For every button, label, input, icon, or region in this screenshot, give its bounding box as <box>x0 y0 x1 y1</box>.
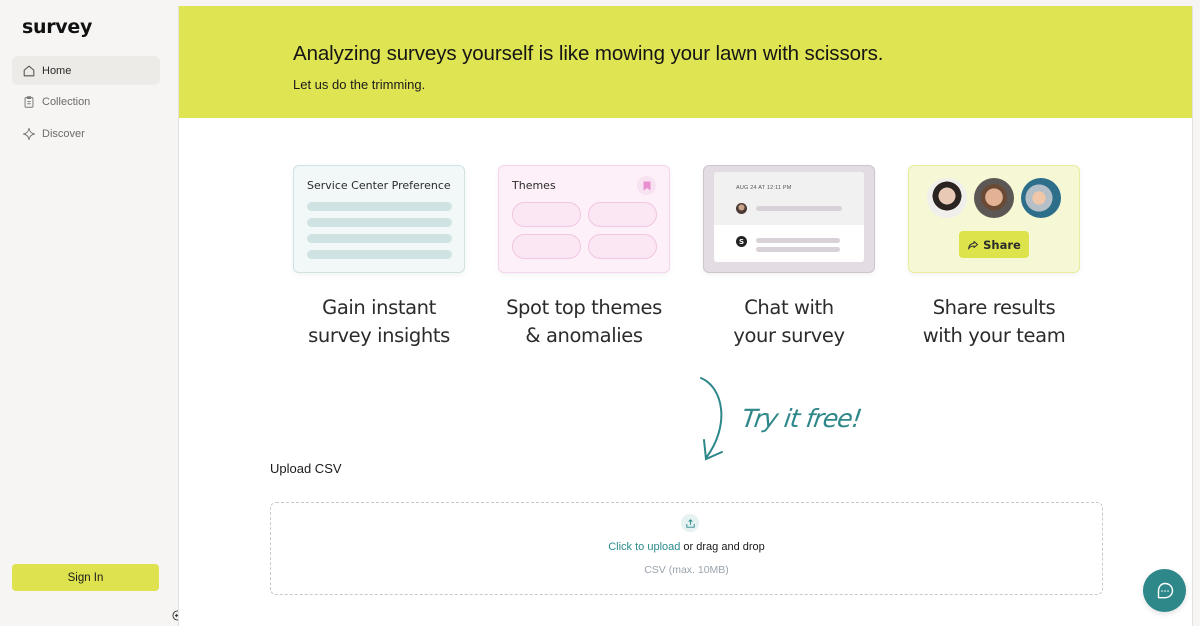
sidebar-item-discover[interactable]: Discover <box>12 119 160 148</box>
placeholder-bar <box>307 202 452 211</box>
placeholder-bar <box>307 234 452 243</box>
feature-insights: Service Center Preference Gain instant s… <box>293 165 465 350</box>
clipboard-icon <box>24 96 34 108</box>
feature-title-line: with your team <box>922 324 1066 347</box>
sidebar: survey Home Collection Discover Sign In <box>0 0 178 626</box>
chat-preview-card: AUG 24 AT 12:11 PM S <box>703 165 875 273</box>
feature-title-line: survey insights <box>308 324 450 347</box>
feature-title-line: Share results <box>932 296 1056 319</box>
sidebar-nav: Home Collection Discover <box>12 56 160 151</box>
try-it-free-text: Try it free! <box>739 404 863 433</box>
bookmark-icon <box>637 176 656 195</box>
sparkle-icon <box>22 127 36 140</box>
upload-hint: CSV (max. 10MB) <box>644 564 729 576</box>
share-button[interactable]: Share <box>959 231 1029 258</box>
team-avatar <box>974 178 1014 218</box>
feature-themes: Themes Spot top themes & anomalies <box>498 165 670 350</box>
share-arrow-icon <box>968 240 979 249</box>
placeholder-bar <box>307 218 452 227</box>
theme-pill <box>512 202 581 227</box>
feature-share: Share Share results with your team <box>908 165 1080 350</box>
placeholder-line <box>756 247 840 252</box>
csv-dropzone[interactable]: Click to upload or drag and drop CSV (ma… <box>270 502 1103 595</box>
share-button-label: Share <box>983 237 1021 252</box>
sidebar-item-label: Discover <box>42 127 85 140</box>
upload-icon <box>681 514 699 532</box>
theme-pill <box>512 234 581 259</box>
drag-drop-text: or drag and drop <box>680 541 765 553</box>
theme-pill <box>588 202 657 227</box>
feature-title: Gain instant survey insights <box>293 294 465 350</box>
theme-pill <box>588 234 657 259</box>
chat-widget-button[interactable] <box>1143 569 1186 612</box>
sidebar-item-collection[interactable]: Collection <box>12 88 160 117</box>
chat-window: AUG 24 AT 12:11 PM S <box>714 172 864 262</box>
survey-avatar: S <box>736 236 747 247</box>
team-avatar <box>927 178 967 218</box>
main-content: Analyzing surveys yourself is like mowin… <box>178 6 1193 626</box>
sidebar-item-label: Collection <box>42 96 91 108</box>
placeholder-bar <box>307 250 452 259</box>
feature-chat: AUG 24 AT 12:11 PM S Chat with your surv… <box>703 165 875 350</box>
upload-csv-label: Upload CSV <box>270 461 342 476</box>
feature-title-line: & anomalies <box>525 324 643 347</box>
sidebar-item-home[interactable]: Home <box>12 56 160 85</box>
app-logo[interactable]: survey <box>22 16 92 38</box>
placeholder-line <box>756 206 842 211</box>
click-to-upload-link[interactable]: Click to upload <box>608 541 680 553</box>
hero-subheadline: Let us do the trimming. <box>293 77 426 92</box>
insights-preview-card: Service Center Preference <box>293 165 465 273</box>
chat-timestamp: AUG 24 AT 12:11 PM <box>736 185 792 191</box>
team-avatar <box>1021 178 1061 218</box>
chat-message-user <box>714 172 864 225</box>
upload-instructions: Click to upload or drag and drop <box>271 541 1102 553</box>
hero-banner: Analyzing surveys yourself is like mowin… <box>179 6 1192 118</box>
card-title: Themes <box>512 179 556 192</box>
feature-title: Spot top themes & anomalies <box>498 294 670 350</box>
placeholder-line <box>756 238 840 243</box>
feature-title: Chat with your survey <box>703 294 875 350</box>
user-avatar <box>736 203 747 214</box>
try-it-free-callout: Try it free! <box>696 376 866 471</box>
feature-title-line: Chat with <box>744 296 834 319</box>
feature-title-line: your survey <box>733 324 845 347</box>
feature-title-line: Gain instant <box>322 296 436 319</box>
sidebar-item-label: Home <box>42 64 72 77</box>
feature-title: Share results with your team <box>908 294 1080 350</box>
hero-headline: Analyzing surveys yourself is like mowin… <box>293 42 884 65</box>
chat-bubble-icon <box>1157 582 1173 598</box>
sign-in-button[interactable]: Sign In <box>12 564 159 591</box>
share-preview-card: Share <box>908 165 1080 273</box>
themes-preview-card: Themes <box>498 165 670 273</box>
home-icon <box>23 65 35 76</box>
card-title: Service Center Preference <box>307 179 451 192</box>
feature-title-line: Spot top themes <box>506 296 662 319</box>
